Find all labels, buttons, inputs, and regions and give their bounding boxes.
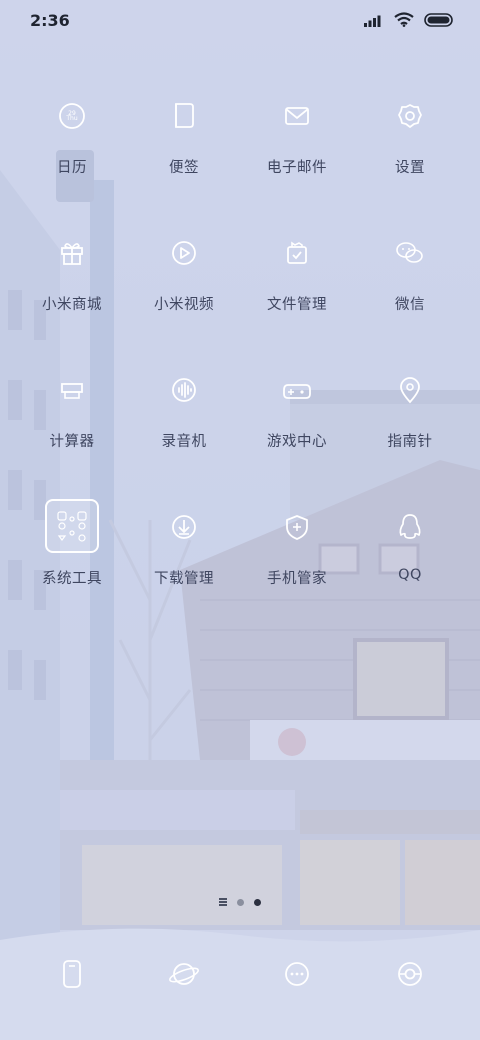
signal-bars-icon: [364, 15, 381, 27]
status-icons: [364, 12, 454, 27]
app-mi-store[interactable]: 小米商城: [12, 229, 132, 339]
qq-penguin-icon: [386, 503, 434, 551]
system-tools-folder-icon: [45, 499, 99, 553]
clock: 2:36: [30, 11, 70, 30]
sound-recorder-icon: [160, 366, 208, 414]
app-label: 下载管理: [154, 571, 214, 587]
app-calendar[interactable]: 29 Thu 日历: [12, 92, 132, 202]
app-label: 日历: [57, 160, 87, 176]
app-system-tools-folder[interactable]: 系统工具: [12, 499, 132, 613]
app-row-2: 小米商城 小米视频 文件管理 微信: [0, 229, 480, 366]
page-dot-1[interactable]: [237, 898, 244, 906]
app-wechat[interactable]: 微信: [350, 229, 470, 339]
app-settings[interactable]: 设置: [350, 92, 470, 202]
app-label: 微信: [395, 297, 425, 313]
calendar-day-badge: Thu: [66, 115, 78, 122]
dock-camera[interactable]: [350, 950, 470, 1010]
download-icon: [160, 503, 208, 551]
page-dot-2-active[interactable]: [254, 898, 261, 906]
browser-planet-icon: [160, 950, 208, 998]
app-label: 小米视频: [154, 297, 214, 313]
app-row-4: 系统工具 下载管理 手机管家 QQ: [0, 499, 480, 640]
app-security[interactable]: 手机管家: [237, 503, 357, 613]
hamburger-menu-icon[interactable]: [219, 898, 227, 906]
app-label: 计算器: [49, 434, 95, 450]
dock-phone[interactable]: [12, 950, 132, 1010]
gift-store-icon: [48, 229, 96, 277]
app-label: 录音机: [161, 434, 207, 450]
app-game-center[interactable]: 游戏中心: [237, 366, 357, 476]
calculator-icon: [48, 366, 96, 414]
app-label: 文件管理: [267, 297, 327, 313]
app-label: 设置: [395, 160, 425, 176]
app-label: 系统工具: [42, 571, 102, 587]
app-row-3: 计算器 录音机 游戏中心 指南针: [0, 366, 480, 503]
app-label: 手机管家: [267, 571, 327, 587]
app-notes[interactable]: 便签: [124, 92, 244, 202]
calendar-icon: 29 Thu: [48, 92, 96, 140]
dock-browser[interactable]: [124, 950, 244, 1010]
camera-icon: [386, 950, 434, 998]
app-file-manager[interactable]: 文件管理: [237, 229, 357, 339]
app-compass[interactable]: 指南针: [350, 366, 470, 476]
page-indicator[interactable]: [219, 896, 263, 908]
app-row-1: 29 Thu 日历 便签 电子邮件 设置: [0, 92, 480, 229]
security-shield-icon: [273, 503, 321, 551]
app-mi-video[interactable]: 小米视频: [124, 229, 244, 339]
dock-messages[interactable]: [237, 950, 357, 1010]
video-play-icon: [160, 229, 208, 277]
compass-pin-icon: [386, 366, 434, 414]
app-qq[interactable]: QQ: [350, 503, 470, 613]
app-email[interactable]: 电子邮件: [237, 92, 357, 202]
dock: [0, 950, 480, 1010]
app-recorder[interactable]: 录音机: [124, 366, 244, 476]
app-label: 电子邮件: [267, 160, 327, 176]
messages-icon: [273, 950, 321, 998]
notes-icon: [160, 92, 208, 140]
battery-icon: [424, 12, 453, 27]
gamepad-icon: [273, 366, 321, 414]
app-label: 便签: [169, 160, 199, 176]
app-label: 游戏中心: [267, 434, 327, 450]
app-calculator[interactable]: 计算器: [12, 366, 132, 476]
app-label: 小米商城: [42, 297, 102, 313]
email-icon: [273, 92, 321, 140]
phone-icon: [48, 950, 96, 998]
file-manager-icon: [273, 229, 321, 277]
wifi-icon: [394, 12, 414, 27]
wechat-icon: [386, 229, 434, 277]
app-label: QQ: [398, 567, 422, 583]
status-bar: 2:36: [0, 0, 480, 42]
app-downloads[interactable]: 下载管理: [124, 503, 244, 613]
app-label: 指南针: [387, 434, 433, 450]
settings-gear-icon: [386, 92, 434, 140]
